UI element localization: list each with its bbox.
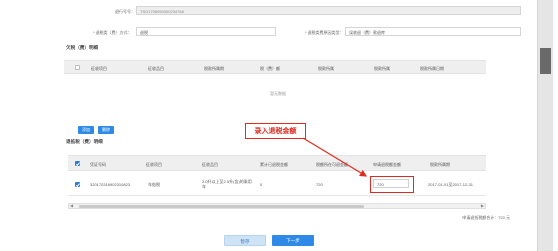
- arrears-empty-text: 暂无数据: [270, 91, 286, 96]
- arrears-table-header: 征收项目 征收品目 税款所属期 税（费）额 税款所属 税款所属 税款所属日期: [64, 60, 486, 74]
- delete-button[interactable]: 删除: [98, 126, 114, 134]
- next-step-button[interactable]: 下一步: [272, 235, 314, 246]
- arrears-select-all-checkbox[interactable]: [75, 65, 80, 70]
- voucher-no: 320170316902310823: [90, 182, 131, 187]
- arrears-col-6: 税款所属: [374, 66, 390, 71]
- annotation-text: 录入退税金额: [254, 128, 297, 135]
- row-checkbox[interactable]: [75, 182, 80, 187]
- arrears-col-2: 征收品目: [148, 66, 164, 71]
- arrears-col-5: 税款所属: [318, 66, 334, 71]
- scroll-left-icon[interactable]: ◀: [70, 204, 73, 208]
- arrears-section-title: 欠税（费）明细: [66, 45, 99, 50]
- scroll-right-icon[interactable]: ▶: [481, 204, 484, 208]
- tax-period: 2017-01-01至2017-12-31: [428, 182, 473, 187]
- refund-detail-section-title: 退抵税（费）明细: [66, 139, 103, 144]
- arrears-col-4: 税（费）额: [260, 66, 280, 71]
- refund-reason-label: *退税类费原因类型：: [305, 30, 344, 35]
- refund-col-7: 税款所属期: [430, 162, 450, 167]
- vertical-scroll-thumb[interactable]: [540, 48, 551, 74]
- arrears-col-7: 税款所属日期: [420, 66, 444, 71]
- refund-col-5: 税额所在可退金额: [316, 162, 348, 167]
- levy-sub-item: 2.0升以上至2.5升(含)的乘用车: [202, 179, 252, 189]
- annotation-callout: 录入退税金额: [245, 123, 306, 139]
- refund-reason-select[interactable]: 误收退（费）款退库: [345, 27, 521, 36]
- refund-total: 申请退抵税额合计：720 元: [462, 215, 510, 220]
- refund-col-3: 征收品目: [202, 162, 218, 167]
- refund-col-2: 征收项目: [146, 162, 162, 167]
- levy-item: 车船税: [148, 182, 160, 187]
- arrears-col-3: 税款所属期: [204, 66, 224, 71]
- refund-col-4: 累计已退税金额: [260, 162, 288, 167]
- table-row: 320170316902310823 车船税 2.0升以上至2.5升(含)的乘用…: [68, 172, 486, 196]
- refund-col-1: 凭证号码: [90, 162, 106, 167]
- refundable-amount: 720: [316, 182, 323, 187]
- save-draft-button[interactable]: 暂存: [224, 235, 266, 246]
- refund-detail-table-header: 凭证号码 征收项目 征收品目 累计已退税金额 税额所在可退金额 申请退税额金额 …: [68, 155, 486, 171]
- page-vertical-scrollbar[interactable]: [537, 0, 553, 251]
- arrears-col-1: 征收项目: [91, 66, 107, 71]
- table-horizontal-scrollbar[interactable]: ◀ ▶: [68, 203, 486, 209]
- refunded-amount: 0: [260, 182, 263, 187]
- refund-method-select[interactable]: 退税: [136, 27, 276, 36]
- apply-no-label: 退行号号：: [115, 9, 135, 14]
- refund-method-label: *退税类（费）方式：: [93, 30, 132, 35]
- horizontal-scroll-thumb[interactable]: [79, 205, 364, 208]
- refund-col-6: 申请退税额金额: [373, 162, 401, 167]
- add-button[interactable]: 添加: [78, 126, 94, 134]
- refund-select-all-checkbox[interactable]: [75, 161, 80, 166]
- highlight-refund-amount: [370, 176, 414, 193]
- refund-form-page: 退行号号： TSO1708050300234768 *退税类（费）方式： 退税 …: [0, 0, 558, 251]
- apply-no-field: TSO1708050300234768: [136, 6, 521, 15]
